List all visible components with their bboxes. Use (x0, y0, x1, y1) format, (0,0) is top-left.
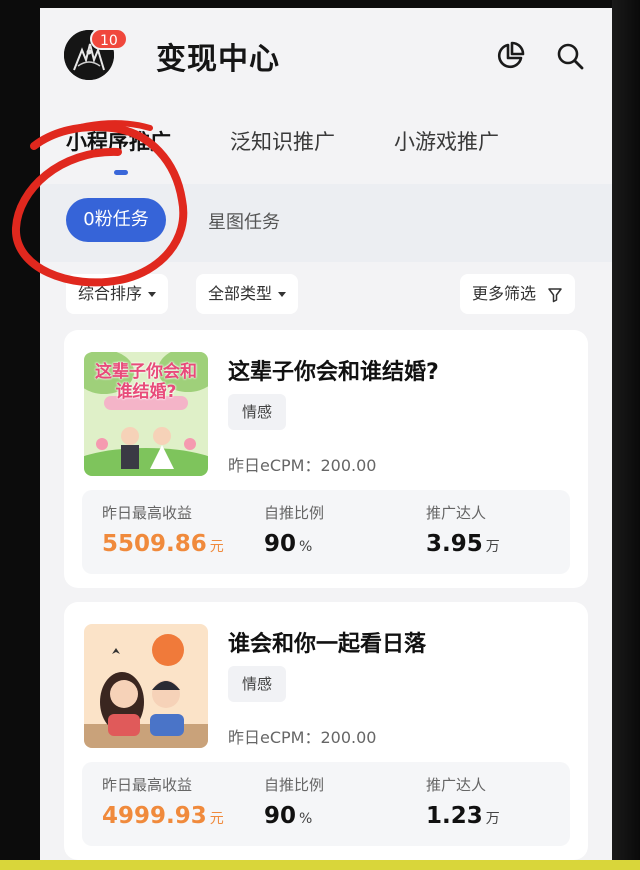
stat-self-promo-ratio: 自推比例 90% (264, 774, 324, 829)
task-card[interactable]: 谁会和你一起看日落 情感 昨日eCPM：200.00 昨日最高收益 4999.9… (64, 602, 588, 860)
caret-down-icon (278, 292, 287, 297)
stat-unit: 元 (209, 539, 224, 555)
search-icon[interactable] (554, 40, 586, 72)
stat-unit: % (299, 539, 313, 555)
stat-promoters: 推广达人 1.23 万 (426, 774, 500, 829)
task-thumbnail: 这辈子你会和谁结婚? (84, 352, 208, 476)
stat-promoters: 推广达人 3.95 万 (426, 502, 500, 557)
type-dropdown[interactable]: 全部类型 (196, 274, 299, 314)
page-title: 变现中心 (156, 42, 280, 77)
filter-bar: 综合排序 全部类型 更多筛选 (40, 270, 612, 322)
stat-label: 自推比例 (264, 776, 325, 794)
stat-label: 昨日最高收益 (102, 504, 193, 522)
stat-value: 1.23 (426, 803, 483, 829)
more-filters-button[interactable]: 更多筛选 (460, 274, 576, 314)
stat-value: 90 (264, 531, 297, 557)
stat-self-promo-ratio: 自推比例 90% (264, 502, 324, 557)
stat-label: 推广达人 (426, 504, 487, 522)
stats-panel: 昨日最高收益 5509.86 元 自推比例 90% 推广达人 3.95 万 (82, 490, 570, 574)
thumbnail-caption: 这辈子你会和谁结婚? (95, 362, 197, 402)
caret-down-icon (148, 292, 157, 297)
stat-earnings: 昨日最高收益 4999.93 元 (102, 774, 224, 829)
stat-value: 3.95 (426, 531, 483, 557)
task-thumbnail (84, 624, 208, 748)
stat-label: 自推比例 (264, 504, 325, 522)
pie-chart-icon[interactable] (494, 40, 526, 72)
stat-unit: 元 (209, 811, 224, 827)
ecpm-text: 昨日eCPM：200.00 (228, 728, 377, 747)
category-tag: 情感 (228, 394, 287, 430)
notification-badge: 10 (90, 28, 128, 50)
category-tag: 情感 (228, 666, 287, 702)
filter-icon (548, 287, 562, 302)
stat-unit: 万 (485, 811, 500, 827)
stat-value: 4999.93 (102, 803, 207, 829)
tab-knowledge[interactable]: 泛知识推广 (230, 126, 335, 156)
stat-label: 昨日最高收益 (102, 776, 193, 794)
device-frame-edge (612, 0, 640, 870)
task-card[interactable]: 这辈子你会和谁结婚? 这辈子你会和谁结婚? 情感 昨日eCPM：200.00 昨… (64, 330, 588, 588)
type-label: 全部类型 (208, 284, 273, 303)
tab-mini-program[interactable]: 小程序推广 (66, 126, 171, 156)
main-tabs: 小程序推广 泛知识推广 小游戏推广 (40, 118, 612, 178)
subtab-zero-fan-tasks[interactable]: 0粉任务 (66, 198, 166, 242)
subtab-xingtu-tasks[interactable]: 星图任务 (208, 208, 280, 234)
task-title: 谁会和你一起看日落 (228, 632, 427, 657)
more-filters-label: 更多筛选 (472, 284, 537, 303)
stat-value: 5509.86 (102, 531, 207, 557)
stat-value: 90 (264, 803, 297, 829)
caption-strip (0, 860, 640, 870)
app-screen: 10 变现中心 小程序推广 泛知识推广 小游戏推广 0粉任务 星图任务 综合排序 (40, 8, 612, 860)
stats-panel: 昨日最高收益 4999.93 元 自推比例 90% 推广达人 1.23 万 (82, 762, 570, 846)
stat-label: 推广达人 (426, 776, 487, 794)
stat-unit: 万 (485, 539, 500, 555)
sort-dropdown[interactable]: 综合排序 (66, 274, 169, 314)
sub-tabs: 0粉任务 星图任务 (40, 184, 612, 262)
tab-mini-game[interactable]: 小游戏推广 (394, 126, 499, 156)
header: 10 变现中心 (40, 8, 612, 104)
stat-unit: % (299, 811, 313, 827)
sort-label: 综合排序 (78, 284, 143, 303)
stat-earnings: 昨日最高收益 5509.86 元 (102, 502, 224, 557)
ecpm-text: 昨日eCPM：200.00 (228, 456, 377, 475)
active-tab-indicator (114, 170, 128, 175)
task-title: 这辈子你会和谁结婚? (228, 360, 439, 385)
